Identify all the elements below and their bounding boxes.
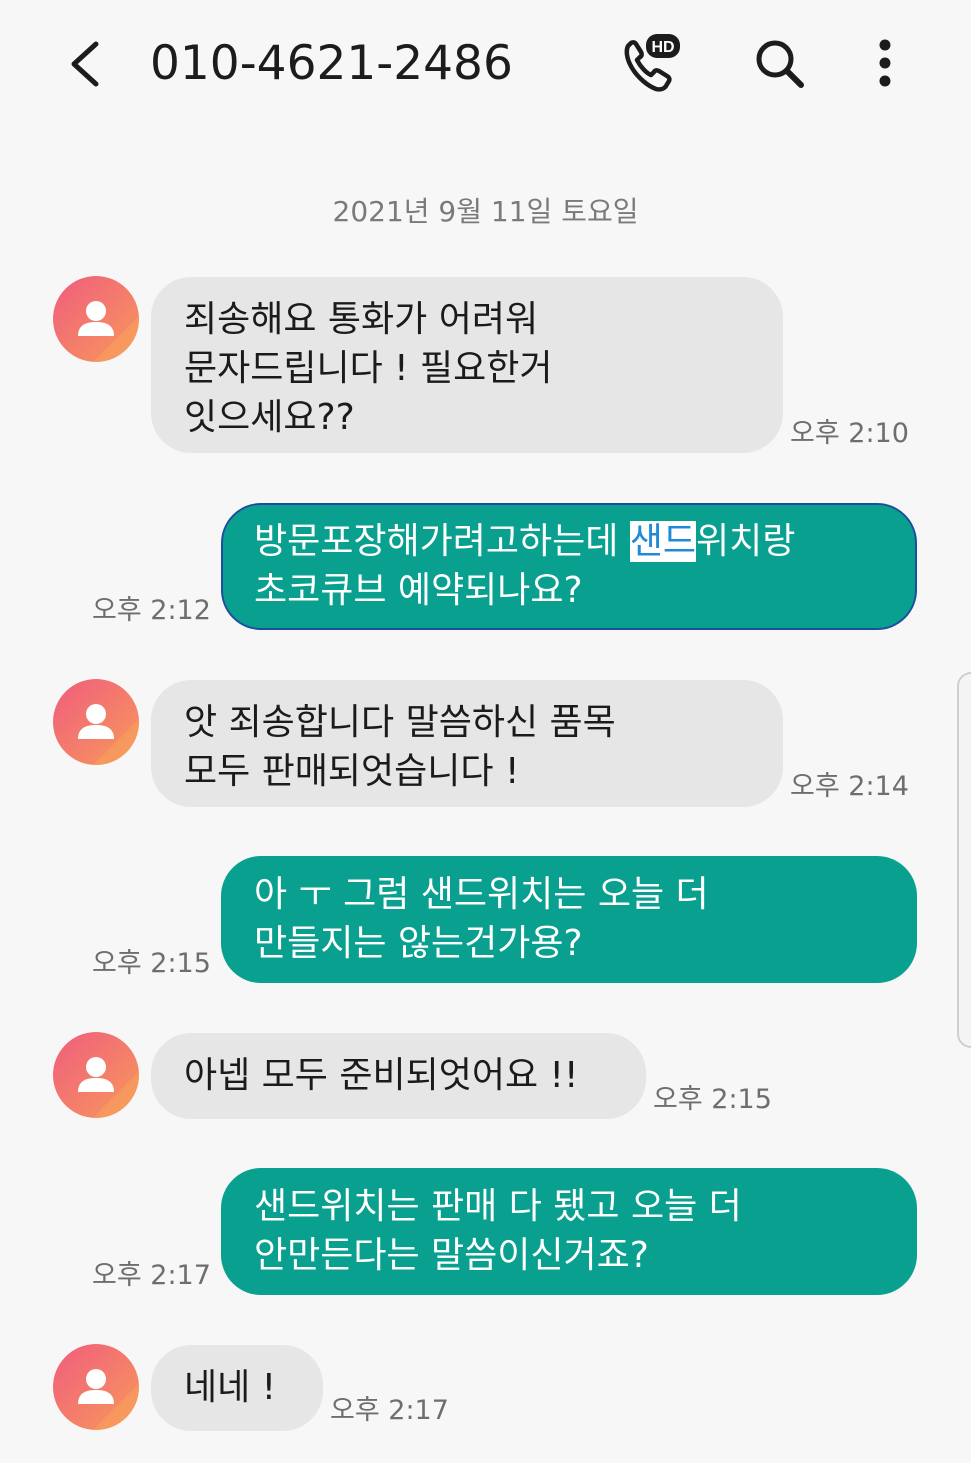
person-icon <box>53 1344 139 1430</box>
selected-text[interactable]: 샌드 <box>629 521 697 562</box>
message-text: 아넵 모두 준비되엇어요 !! <box>184 1055 579 1096</box>
contact-avatar[interactable] <box>53 276 139 362</box>
message-time: 오후 2:15 <box>92 948 211 979</box>
message-text: 위치랑 <box>696 521 796 562</box>
message-text: 만들지는 않는건가용? <box>254 923 583 964</box>
message-text: 샌드위치는 판매 다 됐고 오늘 더 <box>254 1186 742 1227</box>
contact-avatar[interactable] <box>53 679 139 765</box>
message-time: 오후 2:10 <box>790 418 909 449</box>
message-text: 방문포장해가려고하는데 <box>254 521 630 562</box>
message-text: 네네 ! <box>184 1367 277 1408</box>
message-time: 오후 2:17 <box>330 1395 449 1426</box>
conversation-screen: 010-4621-2486 HD 2021년 9월 11일 토요일 죄송해요 통… <box>0 0 971 1463</box>
outgoing-message-bubble[interactable]: 샌드위치는 판매 다 됐고 오늘 더 안만든다는 말씀이신거죠? <box>221 1168 917 1295</box>
hd-badge: HD <box>651 39 674 56</box>
message-text: 아 ㅜ 그럼 샌드위치는 오늘 더 <box>254 874 709 915</box>
incoming-message-bubble[interactable]: 죄송해요 통화가 어려워 문자드립니다 ! 필요한거 잇으세요?? <box>151 277 783 453</box>
message-time: 오후 2:14 <box>790 771 909 802</box>
message-text: 잇으세요?? <box>184 397 355 438</box>
message-time: 오후 2:15 <box>653 1084 772 1115</box>
message-text: 죄송해요 통화가 어려워 <box>184 299 539 340</box>
date-separator: 2021년 9월 11일 토요일 <box>332 195 639 228</box>
contact-avatar[interactable] <box>53 1344 139 1430</box>
more-vertical-icon <box>879 39 891 87</box>
person-icon <box>53 679 139 765</box>
back-arrow-icon <box>71 41 99 87</box>
back-button[interactable] <box>60 36 110 92</box>
message-time: 오후 2:17 <box>92 1260 211 1291</box>
hd-call-icon: HD <box>624 34 680 92</box>
message-text: 모두 판매되엇습니다 ! <box>184 751 520 792</box>
message-text: 앗 죄송합니다 말씀하신 품목 <box>184 702 616 743</box>
incoming-message-bubble[interactable]: 앗 죄송합니다 말씀하신 품목 모두 판매되엇습니다 ! <box>151 680 783 807</box>
person-icon <box>53 1032 139 1118</box>
message-text: 초코큐브 예약되나요? <box>254 570 583 611</box>
outgoing-message-bubble[interactable]: 방문포장해가려고하는데 샌드위치랑 초코큐브 예약되나요? <box>221 503 917 630</box>
incoming-message-bubble[interactable]: 네네 ! <box>151 1345 323 1431</box>
hd-call-button[interactable]: HD <box>618 32 682 94</box>
message-text: 문자드립니다 ! 필요한거 <box>184 348 553 389</box>
message-text: 안만든다는 말씀이신거죠? <box>254 1235 649 1276</box>
incoming-message-bubble[interactable]: 아넵 모두 준비되엇어요 !! <box>151 1033 646 1119</box>
scroll-handle[interactable] <box>957 672 971 1048</box>
message-time: 오후 2:12 <box>92 595 211 626</box>
more-options-button[interactable] <box>866 36 904 92</box>
contact-title: 010-4621-2486 <box>150 36 513 91</box>
app-header: 010-4621-2486 HD <box>0 0 971 130</box>
person-icon <box>53 276 139 362</box>
contact-avatar[interactable] <box>53 1032 139 1118</box>
search-button[interactable] <box>752 36 808 92</box>
search-icon <box>756 40 804 88</box>
outgoing-message-bubble[interactable]: 아 ㅜ 그럼 샌드위치는 오늘 더 만들지는 않는건가용? <box>221 856 917 983</box>
